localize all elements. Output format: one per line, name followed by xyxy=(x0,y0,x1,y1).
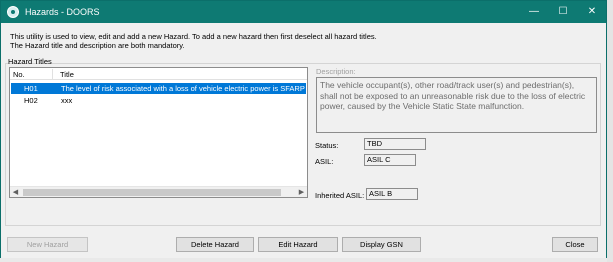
hazard-no: H01 xyxy=(24,84,38,93)
status-label: Status: xyxy=(315,141,339,150)
new-hazard-button[interactable]: New Hazard xyxy=(7,237,88,252)
window-title: Hazards - DOORS xyxy=(25,7,100,17)
column-header-no[interactable]: No. xyxy=(13,70,25,79)
description-label: Description: xyxy=(316,67,356,76)
asil-label: ASIL: xyxy=(315,157,334,166)
list-item[interactable]: H02 xxx xyxy=(11,95,306,106)
list-header: No. Title xyxy=(10,68,307,80)
info-line-2: The Hazard title and description are bot… xyxy=(10,41,185,50)
display-gsn-button[interactable]: Display GSN xyxy=(342,237,421,252)
column-divider[interactable] xyxy=(52,69,53,79)
scroll-right-icon[interactable]: ▶ xyxy=(296,187,307,198)
close-button[interactable]: Close xyxy=(552,237,598,252)
hazards-dialog: Hazards - DOORS — ☐ ✕ This utility is us… xyxy=(0,0,607,258)
hazard-no: H02 xyxy=(24,96,38,105)
hazard-titles-label: Hazard Titles xyxy=(8,57,52,66)
info-line-1: This utility is used to view, edit and a… xyxy=(10,32,377,41)
app-icon xyxy=(7,6,19,18)
scroll-left-icon[interactable]: ◀ xyxy=(10,187,21,198)
title-bar[interactable]: Hazards - DOORS — ☐ ✕ xyxy=(1,1,606,23)
close-icon[interactable]: ✕ xyxy=(578,1,606,23)
hazard-title: The level of risk associated with a loss… xyxy=(61,84,305,93)
edit-hazard-button[interactable]: Edit Hazard xyxy=(258,237,338,252)
info-text: This utility is used to view, edit and a… xyxy=(10,32,377,50)
hazard-title: xxx xyxy=(61,96,73,105)
scrollbar-thumb[interactable] xyxy=(23,189,281,196)
inherited-asil-field[interactable]: ASIL B xyxy=(366,188,418,200)
delete-hazard-button[interactable]: Delete Hazard xyxy=(176,237,254,252)
horizontal-scrollbar[interactable]: ◀ ▶ xyxy=(10,186,307,197)
hazard-list[interactable]: No. Title H01 The level of risk associat… xyxy=(9,67,308,198)
asil-field[interactable]: ASIL C xyxy=(364,154,416,166)
list-item[interactable]: H01 The level of risk associated with a … xyxy=(11,83,306,94)
background-edge xyxy=(607,0,613,262)
inherited-asil-label: Inherited ASIL: xyxy=(315,191,365,200)
status-field[interactable]: TBD xyxy=(364,138,426,150)
maximize-icon[interactable]: ☐ xyxy=(549,1,577,23)
minimize-icon[interactable]: — xyxy=(520,1,548,23)
column-header-title[interactable]: Title xyxy=(60,70,74,79)
description-field[interactable]: The vehicle occupant(s), other road/trac… xyxy=(316,77,597,133)
